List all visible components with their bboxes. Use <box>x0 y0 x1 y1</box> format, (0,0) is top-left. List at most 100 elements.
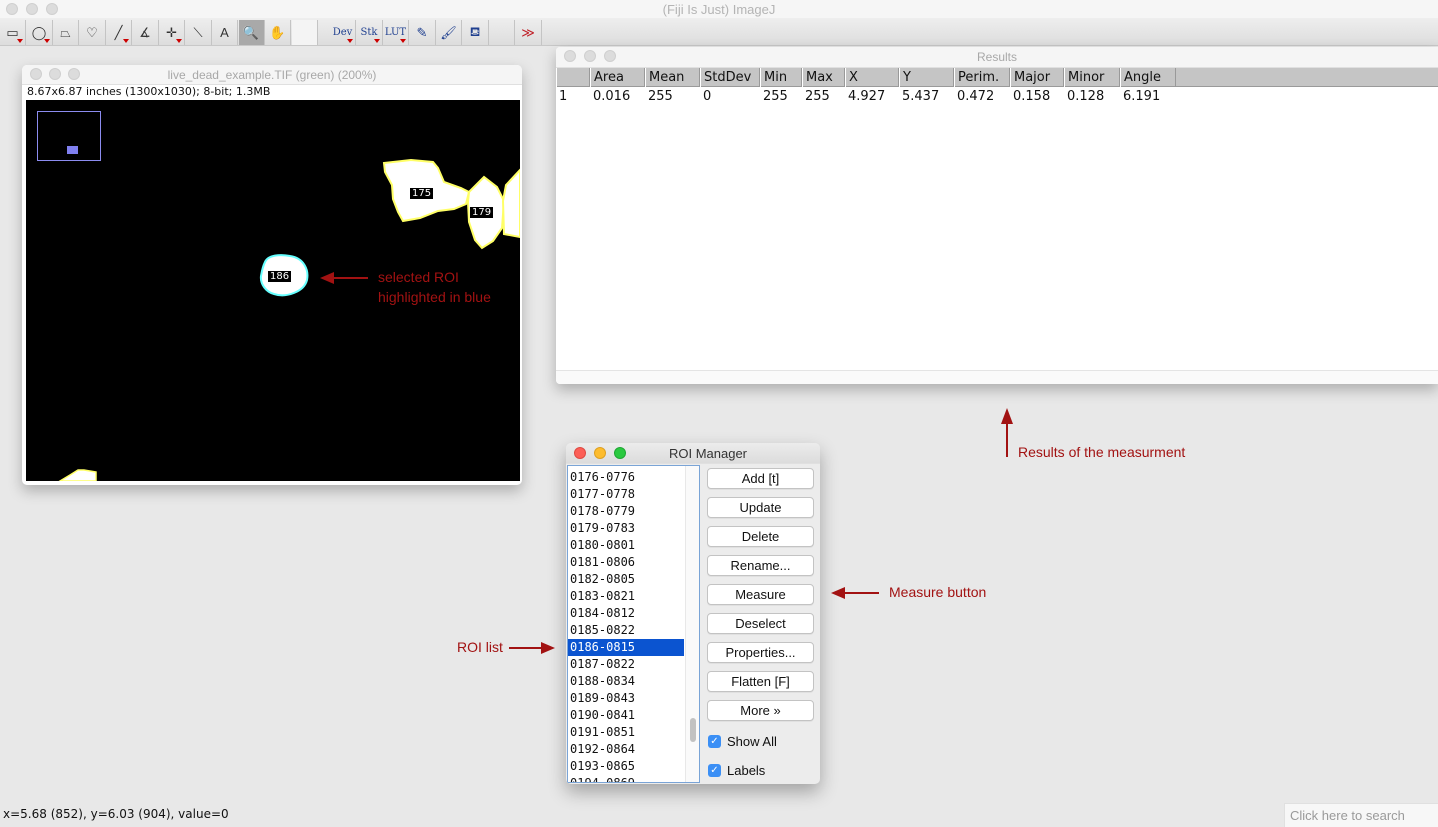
rename-button[interactable]: Rename... <box>707 555 814 576</box>
freehand-tool[interactable]: ♡ <box>80 20 106 45</box>
column-header-x[interactable]: X <box>845 68 899 87</box>
results-header-row: Area Mean StdDev Min Max X Y Perim. Major Minor An… <box>556 68 1438 87</box>
image-window-titlebar[interactable]: live_dead_example.TIF (green) (200%) <box>22 65 522 85</box>
stk-menu[interactable]: Stk <box>357 20 383 45</box>
show-all-label: Show All <box>727 733 777 749</box>
labels-label: Labels <box>727 762 766 778</box>
main-titlebar: (Fiji Is Just) ImageJ <box>0 0 1438 18</box>
column-header-max[interactable]: Max <box>802 68 845 87</box>
more-button[interactable]: More » <box>707 700 814 721</box>
text-tool[interactable]: A <box>212 20 238 45</box>
roi-list-item[interactable]: 0183-0821 <box>568 588 684 605</box>
app-title: (Fiji Is Just) ImageJ <box>662 2 776 17</box>
column-header-minor[interactable]: Minor <box>1064 68 1120 87</box>
lut-menu[interactable]: LUT <box>383 20 409 45</box>
results-horizontal-scrollbar[interactable] <box>556 370 1438 384</box>
roi-bottom[interactable] <box>58 469 97 481</box>
freehand-icon: ♡ <box>86 24 98 40</box>
dev-menu[interactable]: Dev <box>330 20 356 45</box>
roi-list-item[interactable]: 0192-0864 <box>568 741 684 758</box>
roi-list-item[interactable]: 0191-0851 <box>568 724 684 741</box>
magnifier-tool[interactable]: 🔍 <box>238 20 265 45</box>
pencil-tool[interactable]: ✎ <box>410 20 436 45</box>
flood-fill-tool[interactable]: ⛾ <box>463 20 489 45</box>
roi-list-item[interactable]: 0188-0834 <box>568 673 684 690</box>
dropdown-indicator-icon <box>17 39 23 43</box>
labels-checkbox[interactable]: ✓ Labels <box>708 762 765 778</box>
roi-list-item[interactable]: 0186-0815 <box>568 639 684 656</box>
rectangle-tool[interactable]: ▭ <box>0 20 26 45</box>
results-table[interactable]: Area Mean StdDev Min Max X Y Perim. Major Minor An… <box>556 68 1438 106</box>
checkmark-icon[interactable]: ✓ <box>708 763 721 777</box>
roi-list-scrollbar[interactable] <box>685 466 699 782</box>
roi-list-scroll-thumb[interactable] <box>690 718 696 742</box>
table-cell: 255 <box>648 89 673 104</box>
roi-list-item[interactable]: 0190-0841 <box>568 707 684 724</box>
dropdown-indicator-icon <box>123 39 129 43</box>
column-header-area[interactable]: Area <box>590 68 645 87</box>
annotation-results-text: Results of the measurment <box>1018 444 1186 460</box>
roi-list-item[interactable]: 0185-0822 <box>568 622 684 639</box>
roi-list-item[interactable]: 0184-0812 <box>568 605 684 622</box>
column-header-perim[interactable]: Perim. <box>954 68 1010 87</box>
angle-tool[interactable]: ∡ <box>133 20 159 45</box>
dropdown-indicator-icon <box>400 39 406 43</box>
add-t-button[interactable]: Add [t] <box>707 468 814 489</box>
column-header-angle[interactable]: Angle <box>1120 68 1176 87</box>
point-tool[interactable]: ✛ <box>159 20 185 45</box>
measure-button[interactable]: Measure <box>707 584 814 605</box>
roi-list-item[interactable]: 0179-0783 <box>568 520 684 537</box>
annotation-text-line-2: highlighted in blue <box>378 289 491 305</box>
line-tool[interactable]: ╱ <box>106 20 132 45</box>
deselect-button[interactable]: Deselect <box>707 613 814 634</box>
annotation-measure-text: Measure button <box>889 584 987 600</box>
roi-list-item[interactable]: 0176-0776 <box>568 469 684 486</box>
table-cell: 4.927 <box>848 89 886 104</box>
update-button[interactable]: Update <box>707 497 814 518</box>
table-cell: 6.191 <box>1123 89 1161 104</box>
delete-button[interactable]: Delete <box>707 526 814 547</box>
oval-tool[interactable]: ◯ <box>27 20 53 45</box>
wand-tool[interactable]: ⟍ <box>186 20 212 45</box>
lut-icon: LUT <box>384 27 407 38</box>
roi-list-item[interactable]: 0177-0778 <box>568 486 684 503</box>
roi-manager-titlebar[interactable]: ROI Manager <box>566 443 820 464</box>
flatten-f-button[interactable]: Flatten [F] <box>707 671 814 692</box>
column-header-min[interactable]: Min <box>760 68 802 87</box>
search-field[interactable]: Click here to search <box>1284 803 1438 827</box>
column-header-y[interactable]: Y <box>899 68 954 87</box>
color-picker-tool[interactable] <box>291 20 318 45</box>
empty-slot[interactable] <box>489 20 515 45</box>
show-all-checkbox[interactable]: ✓ Show All <box>708 733 777 749</box>
table-row[interactable]: 1 0.016 255 0 255 255 4.927 5.437 0.472 0.158 0.12… <box>556 87 1438 106</box>
properties-button[interactable]: Properties... <box>707 642 814 663</box>
arrow-line <box>509 647 543 649</box>
column-header-mean[interactable]: Mean <box>645 68 700 87</box>
checkmark-icon[interactable]: ✓ <box>708 734 721 748</box>
results-window[interactable]: Results Area Mean StdDev Min Max X Y Perim. Majo… <box>556 47 1438 384</box>
polygon-tool[interactable]: ⏢ <box>53 20 79 45</box>
roi-list-item[interactable]: 0194-0869 <box>568 775 684 782</box>
brush-tool[interactable]: 🖌 <box>436 20 462 45</box>
table-cell: 0.158 <box>1013 89 1051 104</box>
roi-label-175: 175 <box>410 188 434 199</box>
roi-list-item[interactable]: 0187-0822 <box>568 656 684 673</box>
roi-list-item[interactable]: 0180-0801 <box>568 537 684 554</box>
roi-manager-window[interactable]: ROI Manager 0176-0776 0177-0778 0178-0779 0… <box>566 443 820 784</box>
status-bar: x=5.68 (852), y=6.03 (904), value=0 <box>3 807 229 821</box>
column-header-stddev[interactable]: StdDev <box>700 68 760 87</box>
hand-tool[interactable]: ✋ <box>265 20 291 45</box>
roi-list-item[interactable]: 0181-0806 <box>568 554 684 571</box>
column-header-major[interactable]: Major <box>1010 68 1064 87</box>
more-tools-button[interactable]: ≫ <box>516 20 542 45</box>
column-header-index[interactable] <box>556 68 590 87</box>
roi-list-item[interactable]: 0182-0805 <box>568 571 684 588</box>
roi-list-item[interactable]: 0193-0865 <box>568 758 684 775</box>
text-icon: A <box>220 25 229 40</box>
roi-list-item[interactable]: 0189-0843 <box>568 690 684 707</box>
roi-list-item[interactable]: 0178-0779 <box>568 503 684 520</box>
roi-list[interactable]: 0176-0776 0177-0778 0178-0779 0179-0783 0180… <box>567 465 700 783</box>
close-window-button[interactable] <box>574 447 586 459</box>
results-titlebar[interactable]: Results <box>556 47 1438 68</box>
roi-partial[interactable] <box>501 168 520 239</box>
